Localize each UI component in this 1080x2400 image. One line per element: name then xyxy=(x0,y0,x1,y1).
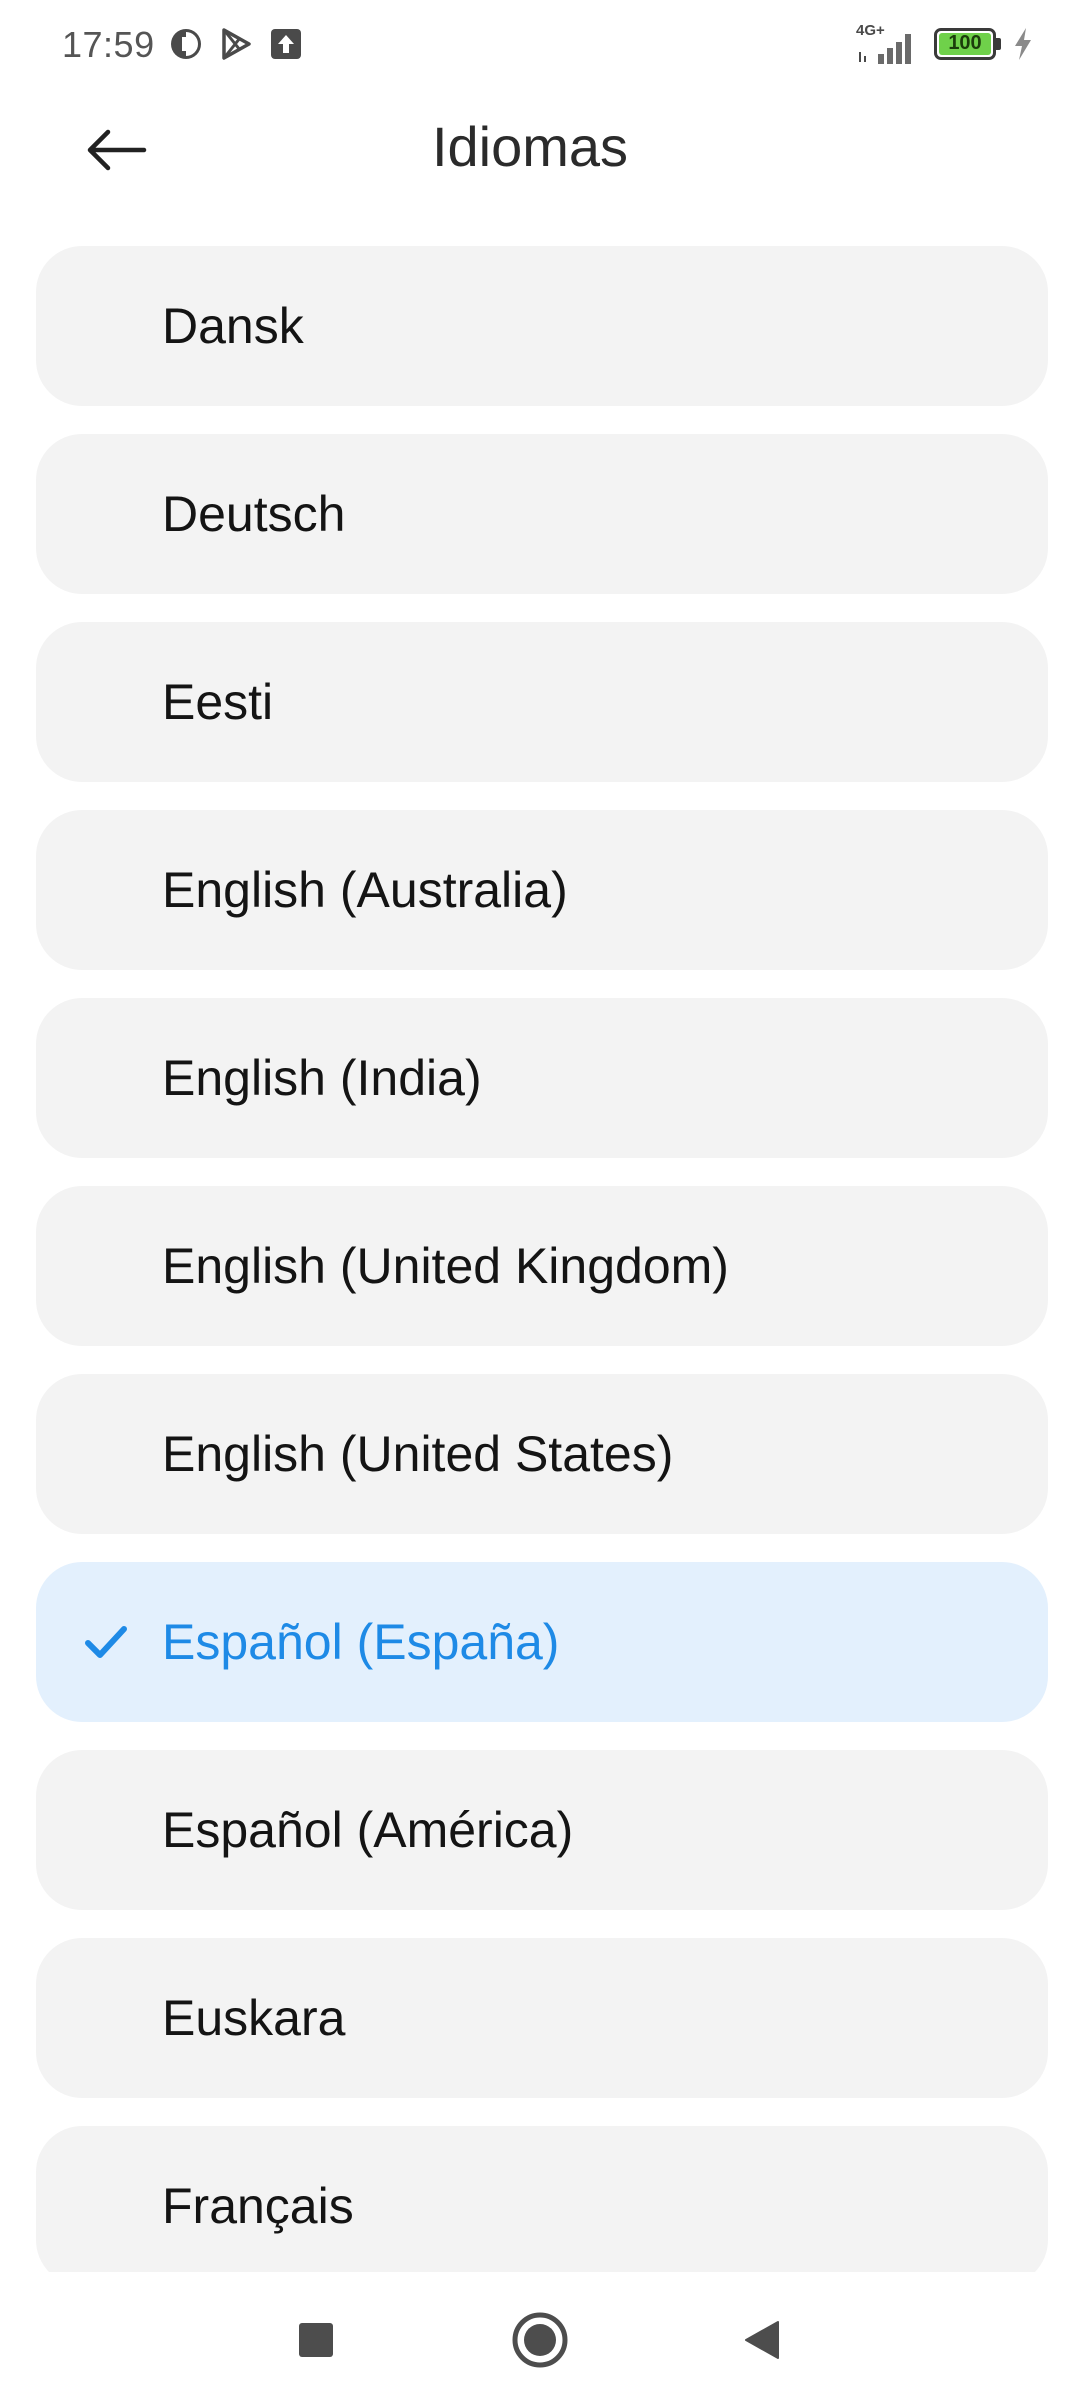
language-item[interactable]: Español (América) xyxy=(36,1750,1048,1910)
signal-icon: 4G+ xyxy=(856,22,920,66)
language-label: Deutsch xyxy=(162,486,346,542)
language-label: Dansk xyxy=(162,298,304,354)
navigation-bar xyxy=(0,2272,1080,2400)
language-item[interactable]: Euskara xyxy=(36,1938,1048,2098)
language-item[interactable]: English (India) xyxy=(36,998,1048,1158)
language-label: English (India) xyxy=(162,1050,482,1106)
language-item[interactable]: Eesti xyxy=(36,622,1048,782)
home-button[interactable] xyxy=(500,2300,580,2380)
checkmark-icon xyxy=(85,1626,127,1658)
language-label: English (Australia) xyxy=(162,862,568,918)
language-item-selected[interactable]: Español (España) xyxy=(36,1562,1048,1722)
app-notification-icon xyxy=(171,29,201,59)
language-item[interactable]: Français xyxy=(36,2126,1048,2272)
language-label: Euskara xyxy=(162,1990,346,2046)
language-item[interactable]: English (Australia) xyxy=(36,810,1048,970)
back-triangle-icon xyxy=(745,2321,779,2359)
language-label: Français xyxy=(162,2178,354,2234)
language-item[interactable]: Deutsch xyxy=(36,434,1048,594)
language-label: Eesti xyxy=(162,674,274,730)
language-item[interactable]: English (United States) xyxy=(36,1374,1048,1534)
home-circle-icon xyxy=(512,2312,568,2368)
status-time: 17:59 xyxy=(62,24,155,65)
recents-square-icon xyxy=(299,2323,333,2357)
language-label: English (United States) xyxy=(162,1426,674,1482)
language-label: Español (España) xyxy=(162,1614,560,1670)
language-label: English (United Kingdom) xyxy=(162,1238,729,1294)
language-item[interactable]: Dansk xyxy=(36,246,1048,406)
language-label: Español (América) xyxy=(162,1802,574,1858)
battery-icon: 100 xyxy=(934,28,1002,60)
play-store-icon xyxy=(222,28,251,60)
nav-back-button[interactable] xyxy=(722,2300,802,2380)
language-list[interactable]: Dansk Deutsch Eesti English (Australia) … xyxy=(36,246,1048,2272)
recents-button[interactable] xyxy=(276,2300,356,2380)
status-bar: 17:59 4G+ 100 xyxy=(0,0,1080,90)
battery-level: 100 xyxy=(948,32,982,54)
page-title: Idiomas xyxy=(431,115,629,178)
language-item[interactable]: English (United Kingdom) xyxy=(36,1186,1048,1346)
status-right: 4G+ 100 xyxy=(856,22,1034,66)
upload-icon xyxy=(271,29,301,59)
header: Idiomas xyxy=(0,90,1080,210)
charging-icon xyxy=(1015,28,1031,60)
